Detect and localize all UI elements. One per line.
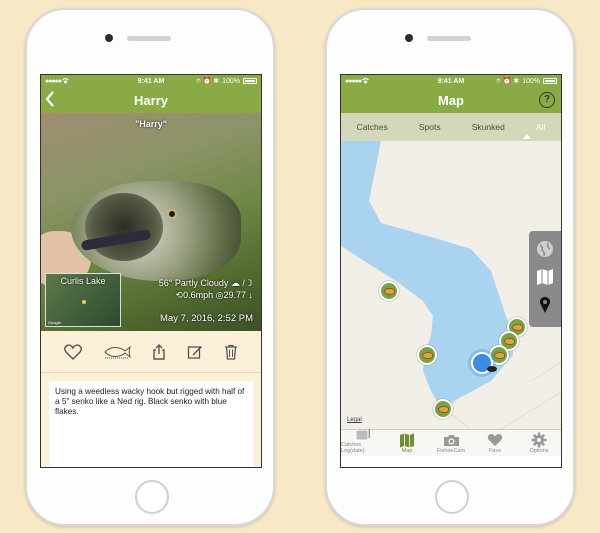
lake-name: Curlis Lake bbox=[60, 276, 106, 286]
catch-date: May 7, 2016, 2:52 PM bbox=[160, 313, 253, 324]
tab-label: Options bbox=[529, 448, 549, 454]
location-pin-icon[interactable] bbox=[539, 296, 551, 319]
status-bar: ●●●●● 9:41 AM ⌾ ⏰ ✱ 100% bbox=[41, 75, 261, 87]
favorite-icon[interactable] bbox=[63, 343, 82, 360]
status-bar: ●●●●● 9:41 AM ⌾ ⏰ ✱ 100% bbox=[341, 75, 561, 87]
catch-pin[interactable] bbox=[379, 281, 399, 301]
back-chevron-icon[interactable] bbox=[45, 91, 55, 110]
page-title: Map bbox=[438, 92, 464, 108]
weather-line: 56° Partly Cloudy ☁ /☽ bbox=[159, 277, 253, 289]
selected-segment-indicator bbox=[523, 134, 531, 139]
tab-fisheecam[interactable]: FisheeCam bbox=[429, 432, 473, 454]
map-view[interactable]: Legal bbox=[341, 141, 561, 429]
fish-icon bbox=[383, 287, 395, 295]
fish-eye-graphic bbox=[167, 209, 177, 219]
globe-icon[interactable] bbox=[536, 240, 554, 263]
action-toolbar bbox=[41, 331, 261, 373]
fish-icon bbox=[493, 351, 505, 359]
notes-text[interactable]: Using a weedless wacky hook but rigged w… bbox=[49, 381, 253, 467]
segment-spots[interactable]: Spots bbox=[419, 122, 441, 132]
segment-catches[interactable]: Catches bbox=[357, 122, 388, 132]
tab-label: FisheeCam bbox=[436, 448, 466, 454]
earpiece-speaker bbox=[427, 36, 471, 41]
battery-icon bbox=[543, 78, 557, 84]
fish-icon bbox=[437, 405, 449, 413]
wind-speed: 0.6mph bbox=[183, 290, 214, 300]
weather-condition-icons: ☁ /☽ bbox=[230, 278, 253, 288]
phone-left: ●●●●● 9:41 AM ⌾ ⏰ ✱ 100% Harry "Harry" C… bbox=[25, 8, 275, 526]
notes-section: Using a weedless wacky hook but rigged w… bbox=[41, 373, 261, 467]
map-icon[interactable] bbox=[536, 268, 554, 291]
legal-link[interactable]: Legal bbox=[347, 417, 362, 423]
weather-info: 56° Partly Cloudy ☁ /☽ ⟲0.6mph ◎29.77 ↓ … bbox=[159, 277, 253, 325]
gear-icon bbox=[531, 432, 547, 448]
location-pin-icon bbox=[82, 300, 86, 304]
edit-icon[interactable] bbox=[187, 344, 203, 360]
barometric-pressure: 29.77 ↓ bbox=[223, 290, 253, 300]
camera-icon bbox=[443, 432, 460, 448]
fish-mouth-graphic bbox=[85, 193, 163, 261]
fish-icon bbox=[511, 323, 523, 331]
lake-water bbox=[341, 141, 561, 429]
map-screen: ●●●●● 9:41 AM ⌾ ⏰ ✱ 100% Map ? Catches S… bbox=[340, 74, 562, 468]
front-camera bbox=[405, 34, 413, 42]
earpiece-speaker bbox=[127, 36, 171, 41]
phone-right: ●●●●● 9:41 AM ⌾ ⏰ ✱ 100% Map ? Catches S… bbox=[325, 8, 575, 526]
catch-pin[interactable] bbox=[417, 345, 437, 365]
nav-bar: Harry bbox=[41, 87, 261, 113]
page-title: Harry bbox=[134, 92, 168, 108]
delete-icon[interactable] bbox=[224, 344, 238, 360]
status-time: 9:41 AM bbox=[137, 77, 165, 85]
map-type-controls bbox=[529, 231, 561, 327]
help-icon[interactable]: ? bbox=[539, 92, 555, 108]
home-button[interactable] bbox=[435, 480, 469, 514]
catch-detail-screen: ●●●●● 9:41 AM ⌾ ⏰ ✱ 100% Harry "Harry" C… bbox=[40, 74, 262, 468]
nav-bar: Map ? bbox=[341, 87, 561, 113]
segment-skunked[interactable]: Skunked bbox=[472, 122, 505, 132]
catch-photo[interactable]: "Harry" Curlis Lake Google 56° Partly Cl… bbox=[41, 113, 261, 331]
tab-label: Favs bbox=[489, 448, 501, 454]
share-icon[interactable] bbox=[152, 343, 166, 360]
catch-pin[interactable] bbox=[433, 399, 453, 419]
location-map-thumbnail[interactable]: Curlis Lake Google bbox=[45, 273, 121, 327]
tab-options[interactable]: Options bbox=[517, 432, 561, 454]
catch-name-caption: "Harry" bbox=[134, 119, 168, 129]
tab-bar: Catches Log(date) Map FisheeCam Favs Opt… bbox=[341, 426, 561, 456]
weather-summary: 56° Partly Cloudy bbox=[158, 278, 229, 288]
home-button[interactable] bbox=[135, 480, 169, 514]
tab-favs[interactable]: Favs bbox=[473, 432, 517, 454]
segment-all[interactable]: All bbox=[536, 122, 545, 132]
fish-icon bbox=[421, 351, 433, 359]
fish-icon bbox=[487, 366, 497, 372]
google-attribution: Google bbox=[48, 320, 61, 325]
front-camera bbox=[105, 34, 113, 42]
tab-catches-log[interactable]: Catches Log(date) bbox=[341, 426, 385, 454]
battery-icon bbox=[243, 78, 257, 84]
map-icon bbox=[399, 432, 415, 448]
tab-label: Map bbox=[401, 448, 413, 454]
tab-label: Catches Log(date) bbox=[341, 442, 365, 454]
measure-fish-icon[interactable] bbox=[103, 345, 131, 359]
filter-segments: Catches Spots Skunked All bbox=[341, 113, 561, 141]
status-time: 9:41 AM bbox=[437, 77, 465, 85]
fish-icon bbox=[503, 337, 515, 345]
heart-icon bbox=[487, 432, 503, 448]
tab-map[interactable]: Map bbox=[385, 432, 429, 454]
wind-icon: ⟲ bbox=[175, 290, 184, 300]
wind-pressure-line: ⟲0.6mph ◎29.77 ↓ bbox=[159, 289, 253, 301]
current-location-marker[interactable] bbox=[471, 352, 497, 374]
